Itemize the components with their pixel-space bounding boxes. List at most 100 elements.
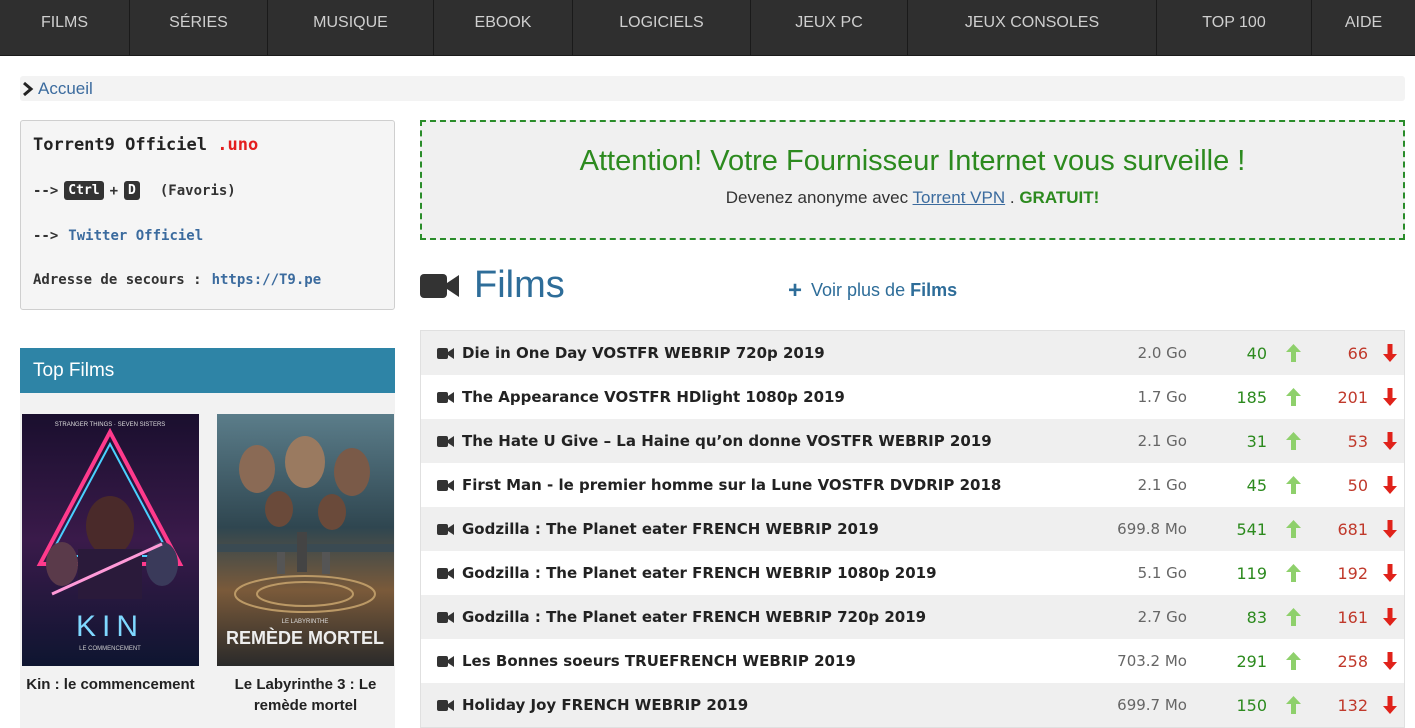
poster-labyrinthe-title: REMÈDE MORTEL: [226, 627, 384, 648]
poster-labyrinthe[interactable]: LE LABYRINTHE REMÈDE MORTEL: [217, 414, 394, 666]
torrent-leechers: 201: [1337, 387, 1368, 407]
top-films-panel: Top Films KIN LE COMMENCEMENT STRANGER T…: [20, 348, 395, 728]
torrent-leechers: 258: [1337, 651, 1368, 671]
poster-labyrinthe-sub: LE LABYRINTHE: [282, 619, 329, 625]
arrow-down-icon: [1383, 520, 1397, 538]
ctrl-key-badge: Ctrl: [64, 181, 104, 200]
poster-kin-caption[interactable]: Kin : le commencement: [22, 674, 199, 695]
nav-ebook[interactable]: Ebook: [434, 0, 573, 56]
free-label: GRATUIT!: [1019, 188, 1100, 207]
see-more-films-link[interactable]: + Voir plus de Films: [788, 276, 958, 304]
torrent-name[interactable]: Holiday Joy FRENCH WEBRIP 2019: [462, 696, 748, 714]
torrent-size: 2.7 Go: [1137, 608, 1187, 626]
nav-top-100[interactable]: Top 100: [1157, 0, 1312, 56]
section-header: Films: [420, 264, 565, 307]
torrent-size: 699.8 Mo: [1117, 520, 1187, 538]
nav-jeux-consoles[interactable]: Jeux Consoles: [908, 0, 1157, 56]
arrow-up-icon: [1286, 520, 1301, 538]
torrent-size: 1.7 Go: [1137, 388, 1187, 406]
warning-subline: Devenez anonyme avec Torrent VPN . GRATU…: [422, 188, 1403, 208]
torrent-leechers: 161: [1337, 607, 1368, 627]
poster-labyrinthe-caption[interactable]: Le Labyrinthe 3 : Le remède mortel: [217, 674, 394, 716]
torrent-seeders: 31: [1246, 431, 1267, 451]
torrent-size: 699.7 Mo: [1117, 696, 1187, 714]
nav-jeux-pc[interactable]: Jeux PC: [751, 0, 908, 56]
torrent-size: 2.1 Go: [1137, 476, 1187, 494]
torrent-row[interactable]: First Man - le premier homme sur la Lune…: [421, 463, 1404, 507]
torrent-row[interactable]: Holiday Joy FRENCH WEBRIP 2019 699.7 Mo 15…: [421, 683, 1404, 727]
torrent-seeders: 119: [1236, 563, 1267, 583]
twitter-link[interactable]: Twitter Officiel: [68, 228, 203, 244]
arrow-up-icon: [1286, 696, 1301, 714]
poster-labyrinthe-image: LE LABYRINTHE REMÈDE MORTEL: [217, 414, 394, 666]
torrent-size: 2.0 Go: [1137, 344, 1187, 362]
nav-series[interactable]: Séries: [130, 0, 268, 56]
warning-prefix: Devenez anonyme avec: [725, 188, 909, 207]
nav-films[interactable]: Films: [0, 0, 130, 56]
torrent-leechers: 53: [1347, 431, 1368, 451]
breadcrumb: Accueil: [20, 76, 1405, 101]
arrow-text: -->: [33, 182, 59, 199]
arrow-down-icon: [1383, 652, 1397, 670]
torrent-name[interactable]: First Man - le premier homme sur la Lune…: [462, 476, 1001, 494]
breadcrumb-home-link[interactable]: Accueil: [38, 79, 93, 99]
d-key-badge: D: [124, 181, 140, 200]
arrow-up-icon: [1286, 476, 1301, 494]
torrent-name[interactable]: The Appearance VOSTFR HDlight 1080p 2019: [462, 388, 845, 406]
torrent-leechers: 681: [1337, 519, 1368, 539]
see-more-prefix: Voir plus de: [811, 280, 906, 300]
torrent-row[interactable]: Godzilla : The Planet eater FRENCH WEBRI…: [421, 595, 1404, 639]
torrent-name[interactable]: Godzilla : The Planet eater FRENCH WEBRI…: [462, 520, 879, 538]
video-camera-icon: [437, 568, 454, 579]
video-camera-icon: [437, 656, 454, 667]
poster-kin-image: KIN LE COMMENCEMENT STRANGER THINGS · SE…: [22, 414, 199, 666]
arrow-text: -->: [33, 228, 59, 244]
nav-musique[interactable]: Musique: [268, 0, 434, 56]
plus-icon: +: [788, 276, 803, 304]
see-more-strong: Films: [910, 280, 958, 300]
nav-logiciels[interactable]: Logiciels: [573, 0, 751, 56]
video-camera-icon: [437, 700, 454, 711]
vpn-link[interactable]: Torrent VPN: [913, 188, 1006, 207]
site-title: Torrent9 Officiel .uno: [33, 135, 382, 155]
video-camera-icon: [437, 524, 454, 535]
torrent-name[interactable]: The Hate U Give – La Haine qu’on donne V…: [462, 432, 992, 450]
torrent-seeders: 185: [1236, 387, 1267, 407]
torrent-name[interactable]: Die in One Day VOSTFR WEBRIP 720p 2019: [462, 344, 825, 362]
arrow-down-icon: [1383, 564, 1397, 582]
torrent-row[interactable]: Les Bonnes soeurs TRUEFRENCH WEBRIP 2019…: [421, 639, 1404, 683]
torrent-list: Die in One Day VOSTFR WEBRIP 720p 2019 2.…: [420, 330, 1405, 728]
torrent-size: 2.1 Go: [1137, 432, 1187, 450]
chevron-right-icon: [23, 81, 34, 96]
arrow-up-icon: [1286, 652, 1301, 670]
torrent-seeders: 291: [1236, 651, 1267, 671]
torrent-leechers: 132: [1337, 695, 1368, 715]
torrent-name[interactable]: Godzilla : The Planet eater FRENCH WEBRI…: [462, 608, 926, 626]
backup-url-link[interactable]: https://T9.pe: [212, 272, 322, 288]
torrent-size: 5.1 Go: [1137, 564, 1187, 582]
torrent-seeders: 150: [1236, 695, 1267, 715]
torrent-name[interactable]: Les Bonnes soeurs TRUEFRENCH WEBRIP 2019: [462, 652, 856, 670]
bookmark-hint: --> Ctrl + D (Favoris): [33, 181, 382, 200]
torrent-leechers: 192: [1337, 563, 1368, 583]
torrent-row[interactable]: The Appearance VOSTFR HDlight 1080p 2019…: [421, 375, 1404, 419]
torrent-row[interactable]: Godzilla : The Planet eater FRENCH WEBRI…: [421, 507, 1404, 551]
torrent-seeders: 40: [1246, 343, 1267, 363]
site-info-box: Torrent9 Officiel .uno --> Ctrl + D (Fav…: [20, 120, 395, 310]
torrent-row[interactable]: The Hate U Give – La Haine qu’on donne V…: [421, 419, 1404, 463]
top-films-header: Top Films: [20, 348, 395, 393]
site-title-text: Torrent9 Officiel: [33, 135, 207, 155]
arrow-up-icon: [1286, 388, 1301, 406]
twitter-line: --> Twitter Officiel: [33, 228, 382, 244]
poster-kin[interactable]: KIN LE COMMENCEMENT STRANGER THINGS · SE…: [22, 414, 199, 666]
torrent-name[interactable]: Godzilla : The Planet eater FRENCH WEBRI…: [462, 564, 937, 582]
torrent-row[interactable]: Godzilla : The Planet eater FRENCH WEBRI…: [421, 551, 1404, 595]
arrow-up-icon: [1286, 608, 1301, 626]
torrent-row[interactable]: Die in One Day VOSTFR WEBRIP 720p 2019 2.…: [421, 331, 1404, 375]
nav-aide[interactable]: Aide: [1312, 0, 1415, 56]
site-tld: .uno: [217, 135, 259, 155]
video-camera-icon: [437, 392, 454, 403]
torrent-seeders: 541: [1236, 519, 1267, 539]
warning-sep: .: [1009, 188, 1015, 207]
arrow-down-icon: [1383, 608, 1397, 626]
